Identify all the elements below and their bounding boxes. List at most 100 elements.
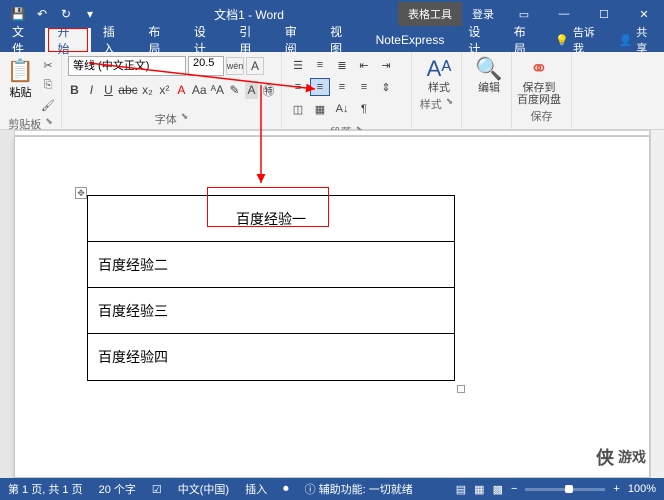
underline-button[interactable]: U — [102, 81, 115, 99]
font-launcher-icon[interactable]: ⬊ — [181, 111, 189, 127]
status-words[interactable]: 20 个字 — [99, 481, 136, 497]
editing-button[interactable]: 🔍 编辑 — [466, 54, 512, 94]
line-spacing-button[interactable]: ⇕ — [376, 78, 396, 96]
save-icon[interactable]: 💾 — [8, 4, 28, 24]
status-proofing-icon[interactable]: ☑ — [152, 483, 162, 496]
table-row[interactable]: 百度经验一 — [88, 196, 454, 242]
styles-icon: Aᴬ — [427, 56, 452, 82]
strikethrough-button[interactable]: abc — [119, 81, 137, 99]
ribbon: 📋 粘贴 ✂ ⎘ 🖌 剪贴板⬊ 等线 (中文正文) 20.5 wén A B I… — [0, 52, 664, 130]
tab-table-design[interactable]: 设计 — [456, 28, 501, 52]
font-name-select[interactable]: 等线 (中文正文) — [68, 56, 186, 76]
ribbon-tabs: 文件 开始 插入 布局 设计 引用 审阅 视图 NoteExpress 设计 布… — [0, 28, 664, 52]
share-icon: 👤 — [619, 34, 633, 47]
lightbulb-icon: 💡 — [555, 34, 569, 47]
tab-view[interactable]: 视图 — [318, 28, 363, 52]
table-resize-handle-icon[interactable] — [457, 385, 465, 393]
baidu-cloud-icon: ⚭ — [530, 56, 548, 82]
sort-button[interactable]: A↓ — [332, 100, 352, 118]
status-language[interactable]: 中文(中国) — [178, 481, 229, 497]
character-shading-button[interactable]: A — [245, 81, 258, 99]
justify-button[interactable]: ≡ — [354, 78, 374, 96]
status-insert-mode[interactable]: 插入 — [245, 481, 267, 497]
document-page[interactable]: ✥ 百度经验一 百度经验二 百度经验三 百度经验四 — [14, 136, 650, 478]
tell-me[interactable]: 💡 告诉我 — [547, 28, 608, 52]
status-record-icon[interactable]: ⏺ — [283, 483, 289, 496]
tab-home[interactable]: 开始 — [45, 28, 90, 52]
grow-font-button[interactable]: Aa — [192, 81, 207, 99]
styles-button[interactable]: Aᴬ 样式 — [416, 54, 462, 94]
tab-layout[interactable]: 布局 — [136, 28, 181, 52]
table-tools-label: 表格工具 — [398, 2, 462, 26]
superscript-button[interactable]: x² — [158, 81, 171, 99]
font-group-label: 字体 — [155, 111, 177, 127]
tab-references[interactable]: 引用 — [227, 28, 272, 52]
status-page[interactable]: 第 1 页, 共 1 页 — [8, 481, 83, 497]
phonetic-guide-button[interactable]: wén — [226, 57, 244, 75]
share-button[interactable]: 👤 共享 — [609, 28, 664, 52]
paste-icon[interactable]: 📋 — [7, 58, 34, 84]
table-row[interactable]: 百度经验三 — [88, 288, 454, 334]
cut-icon[interactable]: ✂ — [39, 56, 57, 74]
tab-design[interactable]: 设计 — [182, 28, 227, 52]
tab-noteexpress[interactable]: NoteExpress — [364, 28, 457, 52]
align-right-button[interactable]: ≡ — [332, 78, 352, 96]
numbering-button[interactable]: ≡ — [310, 56, 330, 74]
view-print-icon[interactable]: ▦ — [474, 483, 484, 496]
font-color-button[interactable]: A — [175, 81, 188, 99]
font-size-select[interactable]: 20.5 — [188, 56, 224, 76]
undo-icon[interactable]: ↶ — [32, 4, 52, 24]
search-icon: 🔍 — [475, 56, 502, 82]
group-clipboard: 📋 粘贴 ✂ ⎘ 🖌 剪贴板⬊ — [0, 52, 62, 129]
shading-button[interactable]: ◫ — [288, 100, 308, 118]
tab-file[interactable]: 文件 — [0, 28, 45, 52]
zoom-out-button[interactable]: − — [511, 483, 517, 495]
increase-indent-button[interactable]: ⇥ — [376, 56, 396, 74]
align-center-button[interactable]: ≡ — [310, 78, 330, 96]
group-font: 等线 (中文正文) 20.5 wén A B I U abc x₂ x² A A… — [62, 52, 282, 129]
table[interactable]: 百度经验一 百度经验二 百度经验三 百度经验四 — [87, 195, 455, 381]
decrease-indent-button[interactable]: ⇤ — [354, 56, 374, 74]
zoom-slider[interactable] — [525, 488, 605, 491]
align-left-button[interactable]: ≡ — [288, 78, 308, 96]
format-painter-icon[interactable]: 🖌 — [39, 96, 57, 114]
copy-icon[interactable]: ⎘ — [39, 76, 57, 94]
status-accessibility[interactable]: ⓘ 辅助功能: 一切就绪 — [305, 481, 413, 497]
highlight-button[interactable]: ✎ — [228, 81, 241, 99]
zoom-in-button[interactable]: + — [613, 483, 619, 495]
show-marks-button[interactable]: ¶ — [354, 100, 374, 118]
text-effects-button[interactable]: ᴬA — [211, 81, 224, 99]
styles-launcher-icon[interactable]: ⬊ — [446, 96, 454, 112]
quick-access-toolbar: 💾 ↶ ↻ ▾ — [0, 4, 100, 24]
character-border-button[interactable]: A — [246, 57, 264, 75]
bullets-button[interactable]: ☰ — [288, 56, 308, 74]
subscript-button[interactable]: x₂ — [141, 81, 154, 99]
tab-review[interactable]: 审阅 — [273, 28, 318, 52]
redo-icon[interactable]: ↻ — [56, 4, 76, 24]
table-row[interactable]: 百度经验二 — [88, 242, 454, 288]
paste-button[interactable]: 粘贴 — [10, 84, 32, 100]
status-bar: 第 1 页, 共 1 页 20 个字 ☑ 中文(中国) 插入 ⏺ ⓘ 辅助功能:… — [0, 478, 664, 500]
group-styles: Aᴬ 样式 样式⬊ — [412, 52, 462, 129]
italic-button[interactable]: I — [85, 81, 98, 99]
view-web-icon[interactable]: ▩ — [493, 483, 503, 496]
vertical-scrollbar[interactable] — [650, 130, 664, 478]
view-read-icon[interactable]: ▤ — [456, 483, 466, 496]
table-row[interactable]: 百度经验四 — [88, 334, 454, 380]
enclose-char-button[interactable]: ㊕ — [262, 81, 275, 99]
document-title: 文档1 - Word — [100, 6, 398, 23]
editing-group-label — [485, 96, 488, 108]
table-move-handle-icon[interactable]: ✥ — [75, 187, 87, 199]
bold-button[interactable]: B — [68, 81, 81, 99]
group-editing: 🔍 编辑 — [462, 52, 512, 129]
zoom-level[interactable]: 100% — [628, 483, 656, 495]
tab-table-layout[interactable]: 布局 — [502, 28, 547, 52]
borders-button[interactable]: ▦ — [310, 100, 330, 118]
styles-group-label: 样式 — [420, 96, 442, 112]
group-paragraph: ☰ ≡ ≣ ⇤ ⇥ ≡ ≡ ≡ ≡ ⇕ ◫ ▦ A↓ ¶ 段落⬊ — [282, 52, 412, 129]
save-to-baidu-button[interactable]: ⚭ 保存到 百度网盘 — [516, 54, 562, 106]
qat-dropdown-icon[interactable]: ▾ — [80, 4, 100, 24]
save-group-label: 保存 — [531, 108, 553, 124]
multilevel-button[interactable]: ≣ — [332, 56, 352, 74]
tab-insert[interactable]: 插入 — [91, 28, 136, 52]
